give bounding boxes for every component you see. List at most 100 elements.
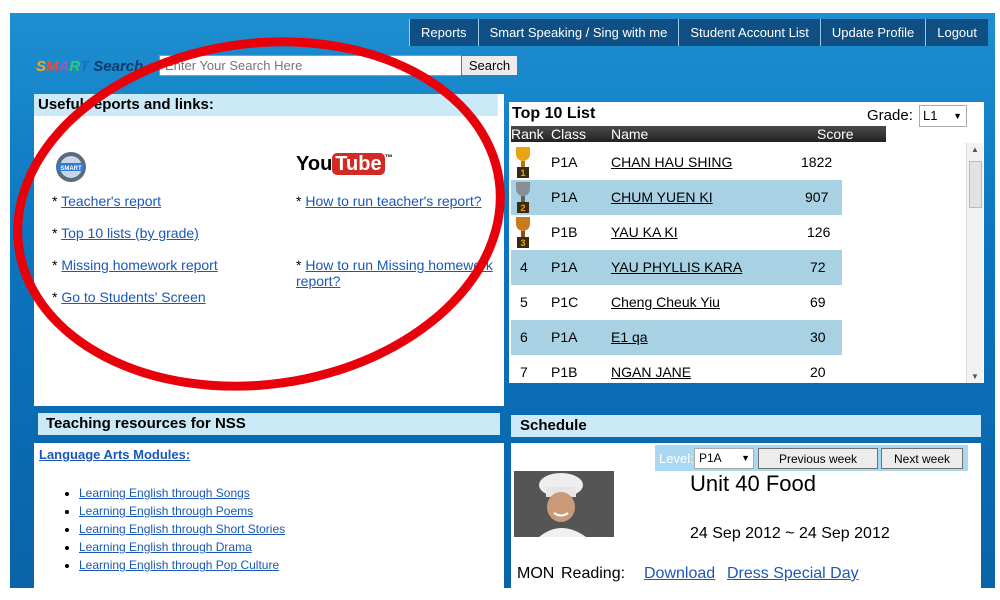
dress-special-day-link[interactable]: Dress Special Day — [727, 565, 859, 583]
class-cell: P1A — [551, 189, 578, 205]
useful-reports-title: Useful reports and links: — [34, 94, 498, 116]
table-row: 3 P1B YAU KA KI 126 — [511, 215, 842, 250]
bullet: * — [52, 289, 58, 305]
download-link[interactable]: Download — [644, 565, 715, 583]
rank-cell: 7 — [520, 364, 528, 380]
level-label: Level: — [659, 451, 694, 466]
nav-update-profile[interactable]: Update Profile — [819, 19, 926, 46]
schedule-title: Schedule — [511, 415, 981, 437]
name-link[interactable]: CHUM YUEN KI — [611, 189, 713, 205]
class-cell: P1A — [551, 154, 578, 170]
teachers-report-link[interactable]: Teacher's report — [61, 193, 161, 209]
schedule-activity: Reading: — [561, 565, 626, 582]
top10-lists-link[interactable]: Top 10 lists (by grade) — [61, 225, 199, 241]
rank-cell: 5 — [520, 294, 528, 310]
drama-link[interactable]: Learning English through Drama — [79, 540, 252, 554]
list-item: Learning English through Short Stories — [79, 520, 285, 538]
name-link[interactable]: E1 qa — [611, 329, 648, 345]
nav-student-account-list[interactable]: Student Account List — [678, 19, 820, 46]
logo-letter: A — [58, 58, 70, 75]
svg-text:3: 3 — [520, 238, 525, 248]
table-row: 1 P1A CHAN HAU SHING 1822 — [511, 145, 842, 180]
header-class: Class — [551, 126, 587, 142]
scroll-down-icon[interactable]: ▼ — [971, 372, 979, 381]
gold-trophy-icon: 1 — [513, 145, 533, 182]
header-name: Name — [611, 126, 649, 142]
table-row: 5 P1C Cheng Cheuk Yiu 69 — [511, 285, 842, 320]
poems-link[interactable]: Learning English through Poems — [79, 504, 253, 518]
bullet: * — [296, 257, 302, 273]
class-cell: P1A — [551, 329, 578, 345]
name-link[interactable]: YAU KA KI — [611, 224, 678, 240]
grade-label: Grade: — [867, 107, 913, 124]
list-item: * Missing homework report — [52, 257, 218, 273]
bronze-trophy-icon: 3 — [513, 215, 533, 252]
bullet: * — [52, 193, 58, 209]
nav-reports[interactable]: Reports — [409, 19, 478, 46]
bullet: * — [52, 257, 58, 273]
score-cell: 20 — [810, 364, 826, 380]
students-screen-link[interactable]: Go to Students' Screen — [61, 289, 205, 305]
short-stories-link[interactable]: Learning English through Short Stories — [79, 522, 285, 536]
list-item: * Teacher's report — [52, 193, 161, 209]
list-item: * Go to Students' Screen — [52, 289, 206, 305]
missing-homework-link[interactable]: Missing homework report — [61, 257, 217, 273]
rank-cell: 4 — [520, 259, 528, 275]
scroll-thumb[interactable] — [969, 161, 982, 208]
previous-week-button[interactable]: Previous week — [758, 448, 878, 469]
level-value: P1A — [699, 451, 722, 465]
svg-text:2: 2 — [520, 203, 525, 213]
score-cell: 72 — [810, 259, 826, 275]
pop-culture-link[interactable]: Learning English through Pop Culture — [79, 558, 279, 572]
name-link[interactable]: CHAN HAU SHING — [611, 154, 732, 170]
top-nav: Reports Smart Speaking / Sing with me St… — [409, 19, 988, 46]
songs-link[interactable]: Learning English through Songs — [79, 486, 250, 500]
grade-value: L1 — [923, 108, 938, 123]
top10-title: Top 10 List — [512, 105, 596, 122]
smart-logo-icon: SMART — [54, 150, 88, 184]
level-select[interactable]: P1A ▼ — [694, 448, 754, 469]
score-cell: 69 — [810, 294, 826, 310]
table-row: 7 P1B NGAN JANE 20 — [511, 355, 842, 383]
nav-logout[interactable]: Logout — [925, 19, 988, 46]
table-row: 6 P1A E1 qa 30 — [511, 320, 842, 355]
list-item: Learning English through Poems — [79, 502, 285, 520]
class-cell: P1B — [551, 364, 578, 380]
svg-text:1: 1 — [520, 168, 525, 178]
table-row: 2 P1A CHUM YUEN KI 907 — [511, 180, 842, 215]
bullet: * — [52, 225, 58, 241]
score-cell: 30 — [810, 329, 826, 345]
class-cell: P1A — [551, 259, 578, 275]
grade-select[interactable]: L1 ▼ — [919, 105, 967, 127]
name-link[interactable]: YAU PHYLLIS KARA — [611, 259, 742, 275]
name-link[interactable]: NGAN JANE — [611, 364, 691, 380]
top10-scrollbar[interactable]: ▲ ▼ — [966, 143, 983, 383]
list-item: Learning English through Pop Culture — [79, 556, 285, 574]
next-week-button[interactable]: Next week — [881, 448, 963, 469]
schedule-dates: 24 Sep 2012 ~ 24 Sep 2012 — [690, 525, 890, 542]
logo-word: Search — [89, 58, 144, 75]
scroll-up-icon[interactable]: ▲ — [971, 145, 979, 154]
score-cell: 1822 — [801, 154, 833, 170]
list-item: Learning English through Songs — [79, 484, 285, 502]
youtube-logo-tube: Tube — [332, 153, 385, 175]
name-link[interactable]: Cheng Cheuk Yiu — [611, 294, 720, 310]
nav-smart-speaking[interactable]: Smart Speaking / Sing with me — [477, 19, 679, 46]
language-arts-modules-link[interactable]: Language Arts Modules: — [39, 447, 190, 462]
logo-letter: R — [69, 58, 80, 75]
schedule-day: MON — [517, 565, 555, 582]
chevron-down-icon: ▼ — [953, 111, 962, 121]
svg-text:SMART: SMART — [60, 166, 82, 172]
search-input[interactable] — [159, 55, 464, 76]
logo-letter: S — [36, 58, 47, 75]
search-button[interactable]: Search — [461, 55, 518, 76]
youtube-logo-you: You — [296, 153, 333, 175]
score-cell: 126 — [807, 224, 831, 240]
smart-search-logo: SMART Search — [36, 58, 143, 75]
how-to-missing-homework-link[interactable]: How to run Missing homework report? — [296, 257, 493, 289]
list-item: Learning English through Drama — [79, 538, 285, 556]
how-to-teacher-report-link[interactable]: How to run teacher's report? — [305, 193, 481, 209]
silver-trophy-icon: 2 — [513, 180, 533, 217]
list-item: * Top 10 lists (by grade) — [52, 225, 199, 241]
youtube-logo-tm: ™ — [384, 153, 393, 162]
